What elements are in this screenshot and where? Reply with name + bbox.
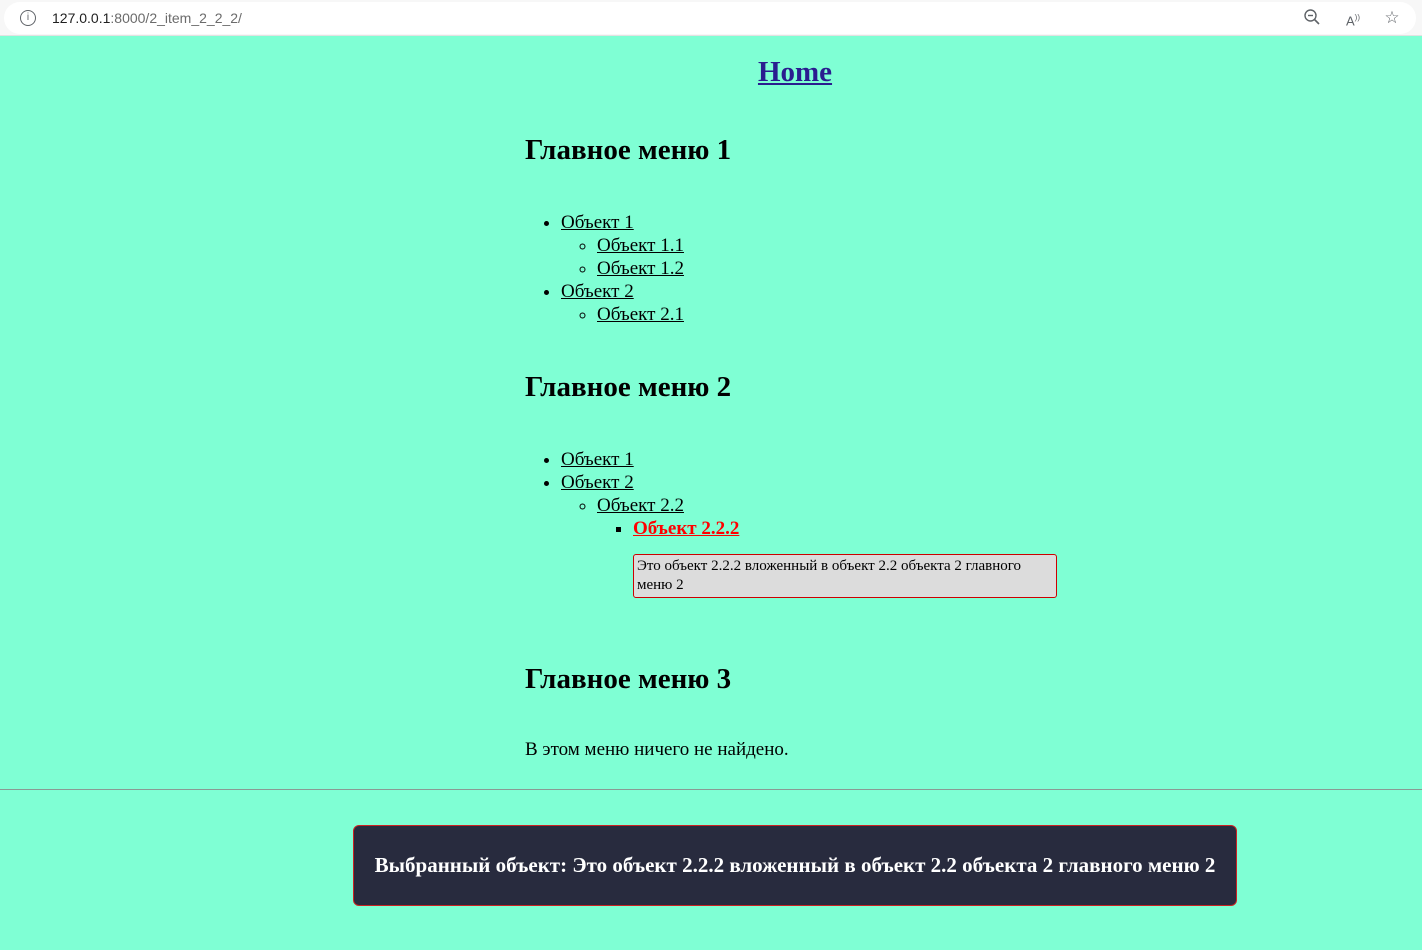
menu1-object-1-1-link[interactable]: Объект 1.1 xyxy=(597,235,684,256)
submenu: Объект 2.2.2 Это объект 2.2.2 вложенный … xyxy=(597,517,1225,598)
url-text[interactable]: 127.0.0.1:8000/2_item_2_2_2/ xyxy=(52,10,242,26)
list-item: Объект 2.2 Объект 2.2.2 Это объект 2.2.2… xyxy=(597,494,1225,598)
zoom-out-icon[interactable] xyxy=(1302,8,1322,28)
menu1-object-1-2-link[interactable]: Объект 1.2 xyxy=(597,258,684,279)
selected-object-panel: Выбранный объект: Это объект 2.2.2 вложе… xyxy=(353,825,1237,906)
main-menu-1-title: Главное меню 1 xyxy=(525,134,732,166)
list-item: Объект 2.1 xyxy=(597,303,1225,326)
main-menu-2: Главное меню 2 Объект 1 Объект 2 Объект … xyxy=(525,369,1225,598)
list-item: Объект 2.2.2 Это объект 2.2.2 вложенный … xyxy=(633,517,1225,598)
info-icon[interactable]: i xyxy=(20,10,36,26)
main-menu-2-title: Главное меню 2 xyxy=(525,371,732,403)
main-menu-1-list: Объект 1 Объект 1.1 Объект 1.2 Объект 2 … xyxy=(525,211,1225,326)
menu2-object-2-2-2-active-link[interactable]: Объект 2.2.2 xyxy=(633,518,739,539)
url-path: :8000/2_item_2_2_2/ xyxy=(110,10,242,26)
main-menu-1: Главное меню 1 Объект 1 Объект 1.1 Объек… xyxy=(525,132,1225,326)
main-menu-3-title: Главное меню 3 xyxy=(525,663,732,695)
read-aloud-icon[interactable]: A)) xyxy=(1343,8,1363,28)
menu1-object-2-link[interactable]: Объект 2 xyxy=(561,281,634,302)
list-item: Объект 1.1 xyxy=(597,234,1225,257)
submenu: Объект 2.1 xyxy=(561,303,1225,326)
list-item: Объект 2 Объект 2.1 xyxy=(561,280,1225,326)
menu1-object-2-1-link[interactable]: Объект 2.1 xyxy=(597,304,684,325)
list-item: Объект 1.2 xyxy=(597,257,1225,280)
list-item: Объект 1 xyxy=(561,448,1225,471)
url-host: 127.0.0.1 xyxy=(52,10,111,26)
home-link[interactable]: Home xyxy=(0,56,1422,89)
menu1-object-1-link[interactable]: Объект 1 xyxy=(561,212,634,233)
submenu: Объект 2.2 Объект 2.2.2 Это объект 2.2.2… xyxy=(561,494,1225,598)
browser-toolbar: i 127.0.0.1:8000/2_item_2_2_2/ A)) ☆ xyxy=(0,0,1422,36)
divider xyxy=(0,789,1422,790)
submenu: Объект 1.1 Объект 1.2 xyxy=(561,234,1225,280)
empty-menu-message: В этом меню ничего не найдено. xyxy=(525,739,789,760)
menu2-object-2-link[interactable]: Объект 2 xyxy=(561,472,634,493)
menu2-object-1-link[interactable]: Объект 1 xyxy=(561,449,634,470)
list-item: Объект 2 Объект 2.2 Объект 2.2.2 Это объ… xyxy=(561,471,1225,598)
favorite-star-icon[interactable]: ☆ xyxy=(1382,8,1402,28)
list-item: Объект 1 Объект 1.1 Объект 1.2 xyxy=(561,211,1225,280)
item-description: Это объект 2.2.2 вложенный в объект 2.2 … xyxy=(633,554,1057,598)
main-menu-3: Главное меню 3 xyxy=(525,661,1225,697)
main-menu-2-list: Объект 1 Объект 2 Объект 2.2 Объект 2.2.… xyxy=(525,448,1225,598)
menu2-object-2-2-link[interactable]: Объект 2.2 xyxy=(597,495,684,516)
address-bar[interactable]: i 127.0.0.1:8000/2_item_2_2_2/ A)) ☆ xyxy=(4,2,1416,34)
